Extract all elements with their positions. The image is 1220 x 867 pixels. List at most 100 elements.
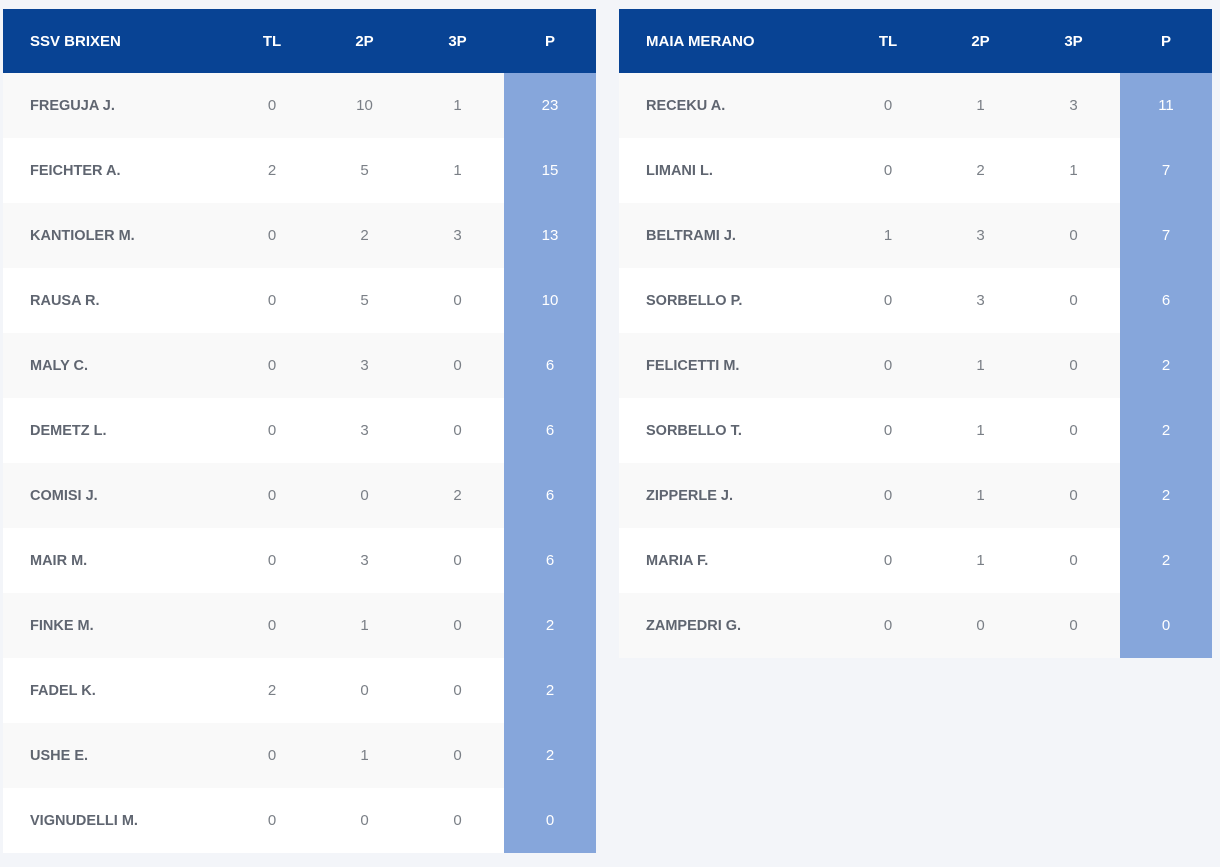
player-2p: 3 [318,398,411,463]
column-header-2p: 2P [318,9,411,73]
column-header-2p: 2P [934,9,1027,73]
player-2p: 1 [934,73,1027,138]
player-tl: 1 [842,203,934,268]
player-2p: 2 [934,138,1027,203]
player-tl: 0 [226,593,318,658]
player-row: VIGNUDELLI M. 0 0 0 0 [3,788,596,853]
player-2p: 1 [934,398,1027,463]
player-tl: 0 [842,268,934,333]
player-tl: 2 [226,138,318,203]
player-points: 7 [1120,203,1212,268]
player-row: MARIA F. 0 1 0 2 [619,528,1212,593]
table-header-row: SSV BRIXEN TL 2P 3P P [3,9,596,73]
player-name: FREGUJA J. [3,73,226,138]
player-points: 23 [504,73,596,138]
player-name: ZIPPERLE J. [619,463,842,528]
player-row: DEMETZ L. 0 3 0 6 [3,398,596,463]
player-name: BELTRAMI J. [619,203,842,268]
player-2p: 10 [318,73,411,138]
player-2p: 1 [318,723,411,788]
player-row: FADEL K. 2 0 0 2 [3,658,596,723]
player-tl: 0 [226,333,318,398]
player-tl: 0 [842,463,934,528]
player-tl: 0 [226,788,318,853]
player-points: 11 [1120,73,1212,138]
player-name: MALY C. [3,333,226,398]
player-name: FEICHTER A. [3,138,226,203]
player-2p: 0 [318,788,411,853]
player-3p: 0 [1027,463,1120,528]
player-3p: 0 [1027,333,1120,398]
player-3p: 1 [411,138,504,203]
player-tl: 0 [226,268,318,333]
player-name: USHE E. [3,723,226,788]
player-points: 6 [504,463,596,528]
player-points: 6 [1120,268,1212,333]
column-header-tl: TL [226,9,318,73]
column-header-tl: TL [842,9,934,73]
player-tl: 2 [226,658,318,723]
player-3p: 0 [411,723,504,788]
player-name: DEMETZ L. [3,398,226,463]
player-tl: 0 [842,138,934,203]
player-name: RECEKU A. [619,73,842,138]
player-row: LIMANI L. 0 2 1 7 [619,138,1212,203]
column-header-points: P [1120,9,1212,73]
player-points: 0 [504,788,596,853]
player-3p: 0 [411,268,504,333]
player-3p: 0 [1027,593,1120,658]
player-2p: 0 [318,463,411,528]
player-row: KANTIOLER M. 0 2 3 13 [3,203,596,268]
player-row: MALY C. 0 3 0 6 [3,333,596,398]
player-name: FELICETTI M. [619,333,842,398]
player-points: 2 [504,658,596,723]
player-3p: 0 [411,593,504,658]
player-name: MAIR M. [3,528,226,593]
player-3p: 0 [411,333,504,398]
player-points: 2 [1120,463,1212,528]
player-name: ZAMPEDRI G. [619,593,842,658]
player-points: 0 [1120,593,1212,658]
player-row: COMISI J. 0 0 2 6 [3,463,596,528]
player-tl: 0 [842,333,934,398]
player-name: SORBELLO P. [619,268,842,333]
player-2p: 3 [318,528,411,593]
player-tl: 0 [226,528,318,593]
player-3p: 0 [411,658,504,723]
player-tl: 0 [226,463,318,528]
player-3p: 0 [1027,203,1120,268]
player-name: RAUSA R. [3,268,226,333]
player-2p: 5 [318,138,411,203]
player-3p: 0 [411,788,504,853]
player-points: 13 [504,203,596,268]
player-tl: 0 [226,203,318,268]
player-points: 6 [504,333,596,398]
player-2p: 2 [318,203,411,268]
player-row: FELICETTI M. 0 1 0 2 [619,333,1212,398]
player-tl: 0 [226,73,318,138]
player-name: KANTIOLER M. [3,203,226,268]
player-tl: 0 [842,73,934,138]
player-row: ZAMPEDRI G. 0 0 0 0 [619,593,1212,658]
player-2p: 1 [318,593,411,658]
player-tl: 0 [226,398,318,463]
player-3p: 3 [411,203,504,268]
player-3p: 0 [1027,268,1120,333]
player-2p: 3 [934,203,1027,268]
column-header-3p: 3P [411,9,504,73]
player-points: 2 [1120,333,1212,398]
player-3p: 0 [1027,398,1120,463]
team-name-header: MAIA MERANO [619,9,842,73]
player-2p: 3 [318,333,411,398]
player-row: SORBELLO T. 0 1 0 2 [619,398,1212,463]
player-row: FINKE M. 0 1 0 2 [3,593,596,658]
player-row: RAUSA R. 0 5 0 10 [3,268,596,333]
player-row: FREGUJA J. 0 10 1 23 [3,73,596,138]
player-row: RECEKU A. 0 1 3 11 [619,73,1212,138]
column-header-3p: 3P [1027,9,1120,73]
player-row: MAIR M. 0 3 0 6 [3,528,596,593]
player-points: 2 [504,723,596,788]
player-name: LIMANI L. [619,138,842,203]
player-name: SORBELLO T. [619,398,842,463]
player-name: MARIA F. [619,528,842,593]
